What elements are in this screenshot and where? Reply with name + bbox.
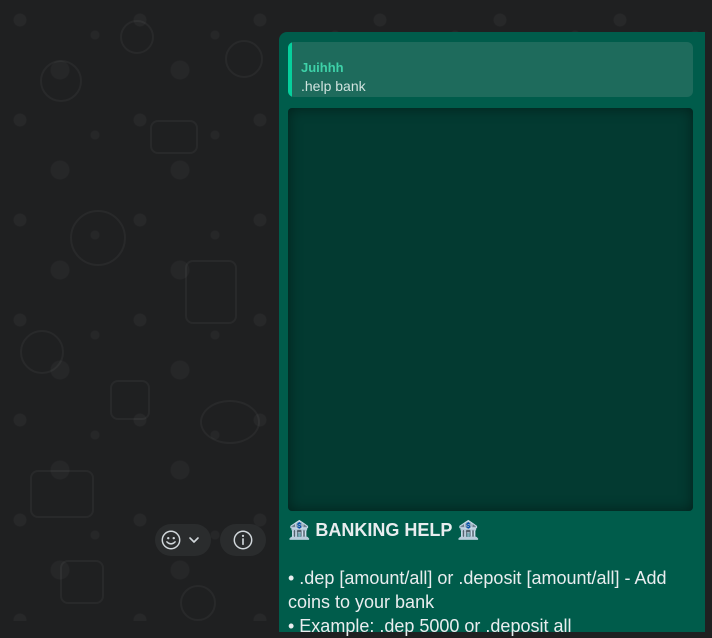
message-title: 🏦 BANKING HELP 🏦	[288, 520, 480, 540]
wallpaper-doodle	[30, 470, 94, 518]
outgoing-message-bubble[interactable]: Juihhh .help bank 🏦 BANKING HELP 🏦 • .de…	[279, 32, 712, 636]
wallpaper-doodle	[20, 330, 64, 374]
chat-scroll-edge	[705, 32, 712, 621]
quoted-message[interactable]: Juihhh .help bank	[288, 42, 693, 97]
info-icon	[233, 530, 253, 550]
wallpaper-doodle	[40, 60, 82, 102]
wallpaper-doodle	[200, 400, 260, 444]
message-line: • Example: .dep 5000 or .deposit all	[288, 616, 572, 636]
message-body: 🏦 BANKING HELP 🏦 • .dep [amount/all] or …	[288, 518, 693, 638]
wallpaper-doodle	[180, 585, 216, 621]
wallpaper-doodle	[70, 210, 126, 266]
wallpaper-doodle	[150, 120, 198, 154]
chevron-down-icon	[189, 537, 199, 543]
message-line: • .dep [amount/all] or .deposit [amount/…	[288, 568, 667, 588]
quote-accent-bar	[288, 42, 292, 97]
wallpaper-doodle	[110, 380, 150, 420]
smile-icon	[161, 530, 181, 550]
wallpaper-doodle	[185, 260, 237, 324]
wallpaper-doodle	[60, 560, 104, 604]
wallpaper-doodle	[225, 40, 263, 78]
quoted-text: .help bank	[301, 78, 366, 94]
media-image-placeholder[interactable]	[288, 108, 693, 511]
message-line: coins to your bank	[288, 592, 435, 612]
message-info-button[interactable]	[220, 524, 266, 556]
quoted-author: Juihhh	[301, 60, 344, 75]
react-button[interactable]	[155, 524, 211, 556]
wallpaper-doodle	[120, 20, 154, 54]
